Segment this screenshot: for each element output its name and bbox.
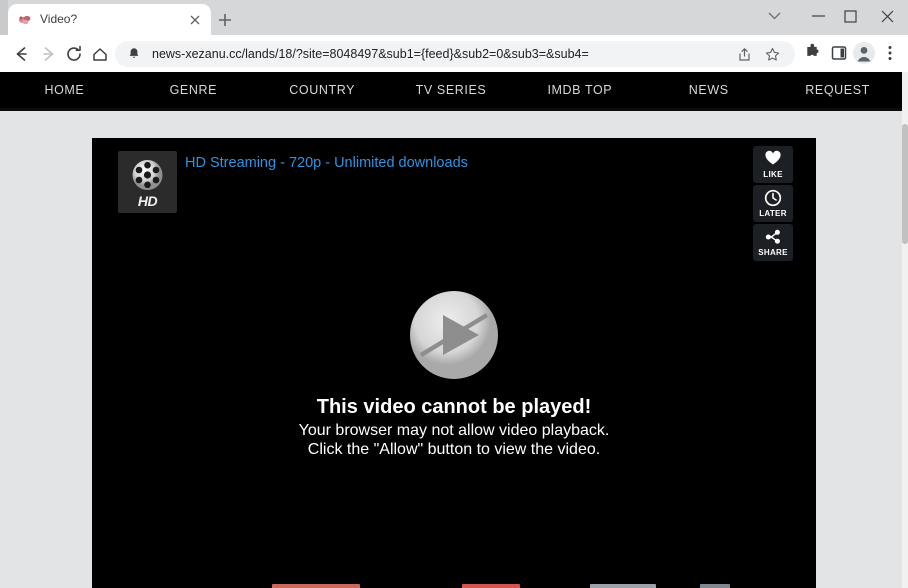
back-icon[interactable] (7, 40, 35, 68)
error-line-2: Click the "Allow" button to view the vid… (92, 440, 816, 459)
home-icon[interactable] (86, 40, 114, 68)
notification-bell-icon[interactable] (126, 46, 142, 62)
watch-later-button[interactable]: LATER (753, 185, 793, 222)
video-thumbnail[interactable]: HD (118, 151, 177, 213)
profile-avatar-icon[interactable] (851, 40, 877, 66)
extensions-icon[interactable] (800, 40, 826, 66)
error-title: This video cannot be played! (92, 396, 816, 419)
clipped-footer-content (0, 580, 902, 588)
player-header: HD HD Streaming - 720p - Unlimited downl… (92, 138, 816, 258)
tab-title: Video? (40, 11, 180, 28)
play-blocked-icon[interactable] (405, 286, 503, 384)
site-navigation: HOME GENRE COUNTRY TV SERIES IMDB TOP NE… (0, 72, 902, 108)
share-button[interactable]: SHARE (753, 224, 793, 261)
nav-item-genre[interactable]: GENRE (129, 83, 258, 97)
tab-strip: Video? (0, 0, 908, 35)
share-nodes-icon (753, 228, 793, 246)
new-tab-button[interactable] (213, 8, 237, 32)
nav-item-request[interactable]: REQUEST (773, 83, 902, 97)
like-button[interactable]: LIKE (753, 146, 793, 183)
share-icon[interactable] (736, 46, 753, 63)
close-window-button[interactable] (867, 0, 908, 32)
nav-item-country[interactable]: COUNTRY (258, 83, 387, 97)
thumbnail-hd-badge: HD (118, 193, 177, 209)
scrollbar-thumb[interactable] (902, 124, 908, 244)
share-label: SHARE (753, 248, 793, 257)
star-icon[interactable] (764, 46, 781, 63)
address-bar[interactable]: news-xezanu.cc/lands/18/?site=8048497&su… (115, 41, 795, 67)
nav-divider (0, 108, 902, 111)
clock-icon (753, 189, 793, 207)
nav-item-tv-series[interactable]: TV SERIES (387, 83, 516, 97)
reload-icon[interactable] (60, 40, 88, 68)
url-text[interactable]: news-xezanu.cc/lands/18/?site=8048497&su… (152, 46, 727, 63)
like-label: LIKE (753, 170, 793, 179)
close-icon[interactable] (187, 12, 203, 28)
video-player: HD HD Streaming - 720p - Unlimited downl… (92, 138, 816, 588)
forward-icon[interactable] (34, 40, 62, 68)
maximize-button[interactable] (829, 0, 872, 32)
tab-strip-edge (0, 0, 8, 35)
browser-toolbar: news-xezanu.cc/lands/18/?site=8048497&su… (0, 35, 908, 72)
tab-search-button[interactable] (753, 0, 796, 32)
nav-item-home[interactable]: HOME (0, 83, 129, 97)
player-title-link[interactable]: HD Streaming - 720p - Unlimited download… (185, 155, 468, 171)
film-reel-icon (118, 151, 177, 197)
tab-favicon-icon (17, 12, 33, 28)
error-line-1: Your browser may not allow video playbac… (92, 421, 816, 440)
heart-icon (753, 150, 793, 168)
player-side-actions: LIKE LATER (753, 146, 793, 263)
nav-item-imdb-top[interactable]: IMDB TOP (515, 83, 644, 97)
page-viewport: HOME GENRE COUNTRY TV SERIES IMDB TOP NE… (0, 72, 908, 588)
three-dot-menu-icon[interactable] (878, 40, 902, 66)
browser-window: Video? (0, 0, 908, 588)
watch-later-label: LATER (753, 209, 793, 218)
side-panel-icon[interactable] (826, 40, 852, 66)
page-scrollbar[interactable] (902, 72, 908, 588)
nav-item-news[interactable]: NEWS (644, 83, 773, 97)
player-error-overlay: This video cannot be played! Your browse… (92, 286, 816, 459)
browser-tab[interactable]: Video? (8, 4, 211, 35)
